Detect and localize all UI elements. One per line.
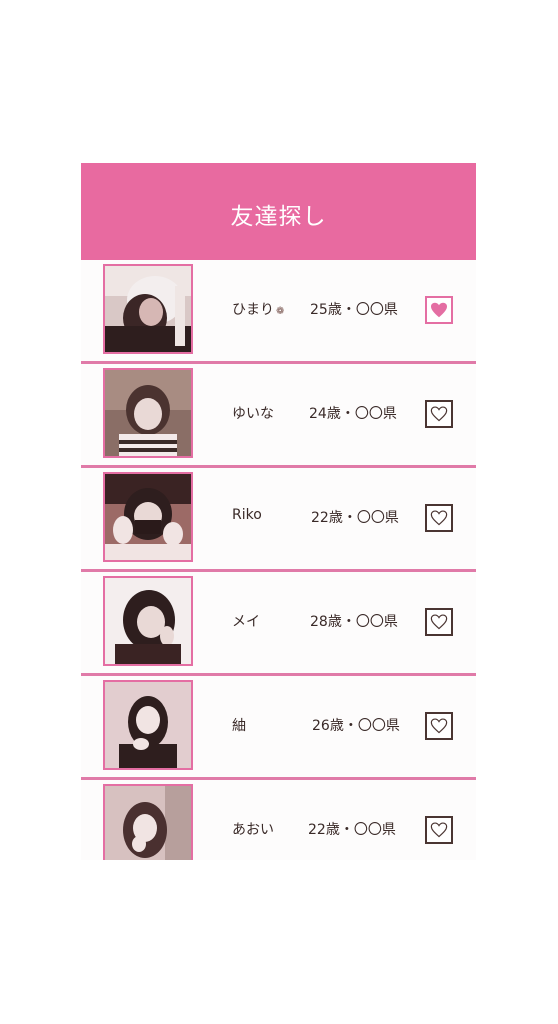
user-age-location: 24歳・〇〇県	[309, 406, 397, 422]
user-age-location: 22歳・〇〇県	[308, 822, 396, 838]
list-item[interactable]: Riko 22歳・〇〇県	[81, 468, 476, 572]
heart-outline-icon	[430, 510, 448, 526]
avatar-image	[105, 474, 191, 560]
list-item[interactable]: あおい 22歳・〇〇県	[81, 780, 476, 860]
avatar-image	[105, 266, 191, 352]
avatar[interactable]	[103, 784, 193, 860]
like-button[interactable]	[425, 816, 453, 844]
list-item[interactable]: ゆいな 24歳・〇〇県	[81, 364, 476, 468]
user-age-location: 28歳・〇〇県	[310, 614, 398, 630]
user-list: ひまり ❁ 25歳・〇〇県 ゆいな 24歳・〇〇県 Riko 22歳・〇〇県 メ…	[81, 260, 476, 860]
list-item[interactable]: メイ 28歳・〇〇県	[81, 572, 476, 676]
avatar[interactable]	[103, 264, 193, 354]
user-age-location: 25歳・〇〇県	[310, 302, 398, 318]
heart-outline-icon	[430, 614, 448, 630]
avatar[interactable]	[103, 576, 193, 666]
page-title: 友達探し	[230, 203, 327, 230]
heart-filled-icon	[431, 302, 447, 318]
avatar[interactable]	[103, 472, 193, 562]
friend-search-panel: 友達探し ひまり ❁ 25歳・〇〇県 ゆいな 24歳・〇〇県 Riko 22歳・…	[81, 163, 476, 860]
user-name: あおい	[232, 822, 274, 838]
user-age-location: 26歳・〇〇県	[312, 718, 400, 734]
user-age-location: 22歳・〇〇県	[311, 510, 399, 526]
like-button[interactable]	[425, 296, 453, 324]
heart-outline-icon	[430, 718, 448, 734]
like-button[interactable]	[425, 608, 453, 636]
like-button[interactable]	[425, 400, 453, 428]
like-button[interactable]	[425, 712, 453, 740]
user-name: メイ	[232, 614, 260, 630]
avatar-image	[105, 682, 191, 768]
user-name: Riko	[232, 507, 262, 523]
user-name: ゆいな	[232, 406, 274, 422]
header-bar: 友達探し	[81, 163, 476, 260]
avatar[interactable]	[103, 368, 193, 458]
avatar-image	[105, 370, 191, 456]
like-button[interactable]	[425, 504, 453, 532]
avatar-image	[105, 578, 191, 664]
heart-outline-icon	[430, 822, 448, 838]
avatar-image	[105, 786, 191, 860]
flower-icon: ❁	[276, 306, 285, 317]
user-name: ひまり ❁	[232, 302, 285, 318]
user-name: 紬	[232, 718, 246, 734]
list-item[interactable]: 紬 26歳・〇〇県	[81, 676, 476, 780]
list-item[interactable]: ひまり ❁ 25歳・〇〇県	[81, 260, 476, 364]
avatar[interactable]	[103, 680, 193, 770]
heart-outline-icon	[430, 406, 448, 422]
